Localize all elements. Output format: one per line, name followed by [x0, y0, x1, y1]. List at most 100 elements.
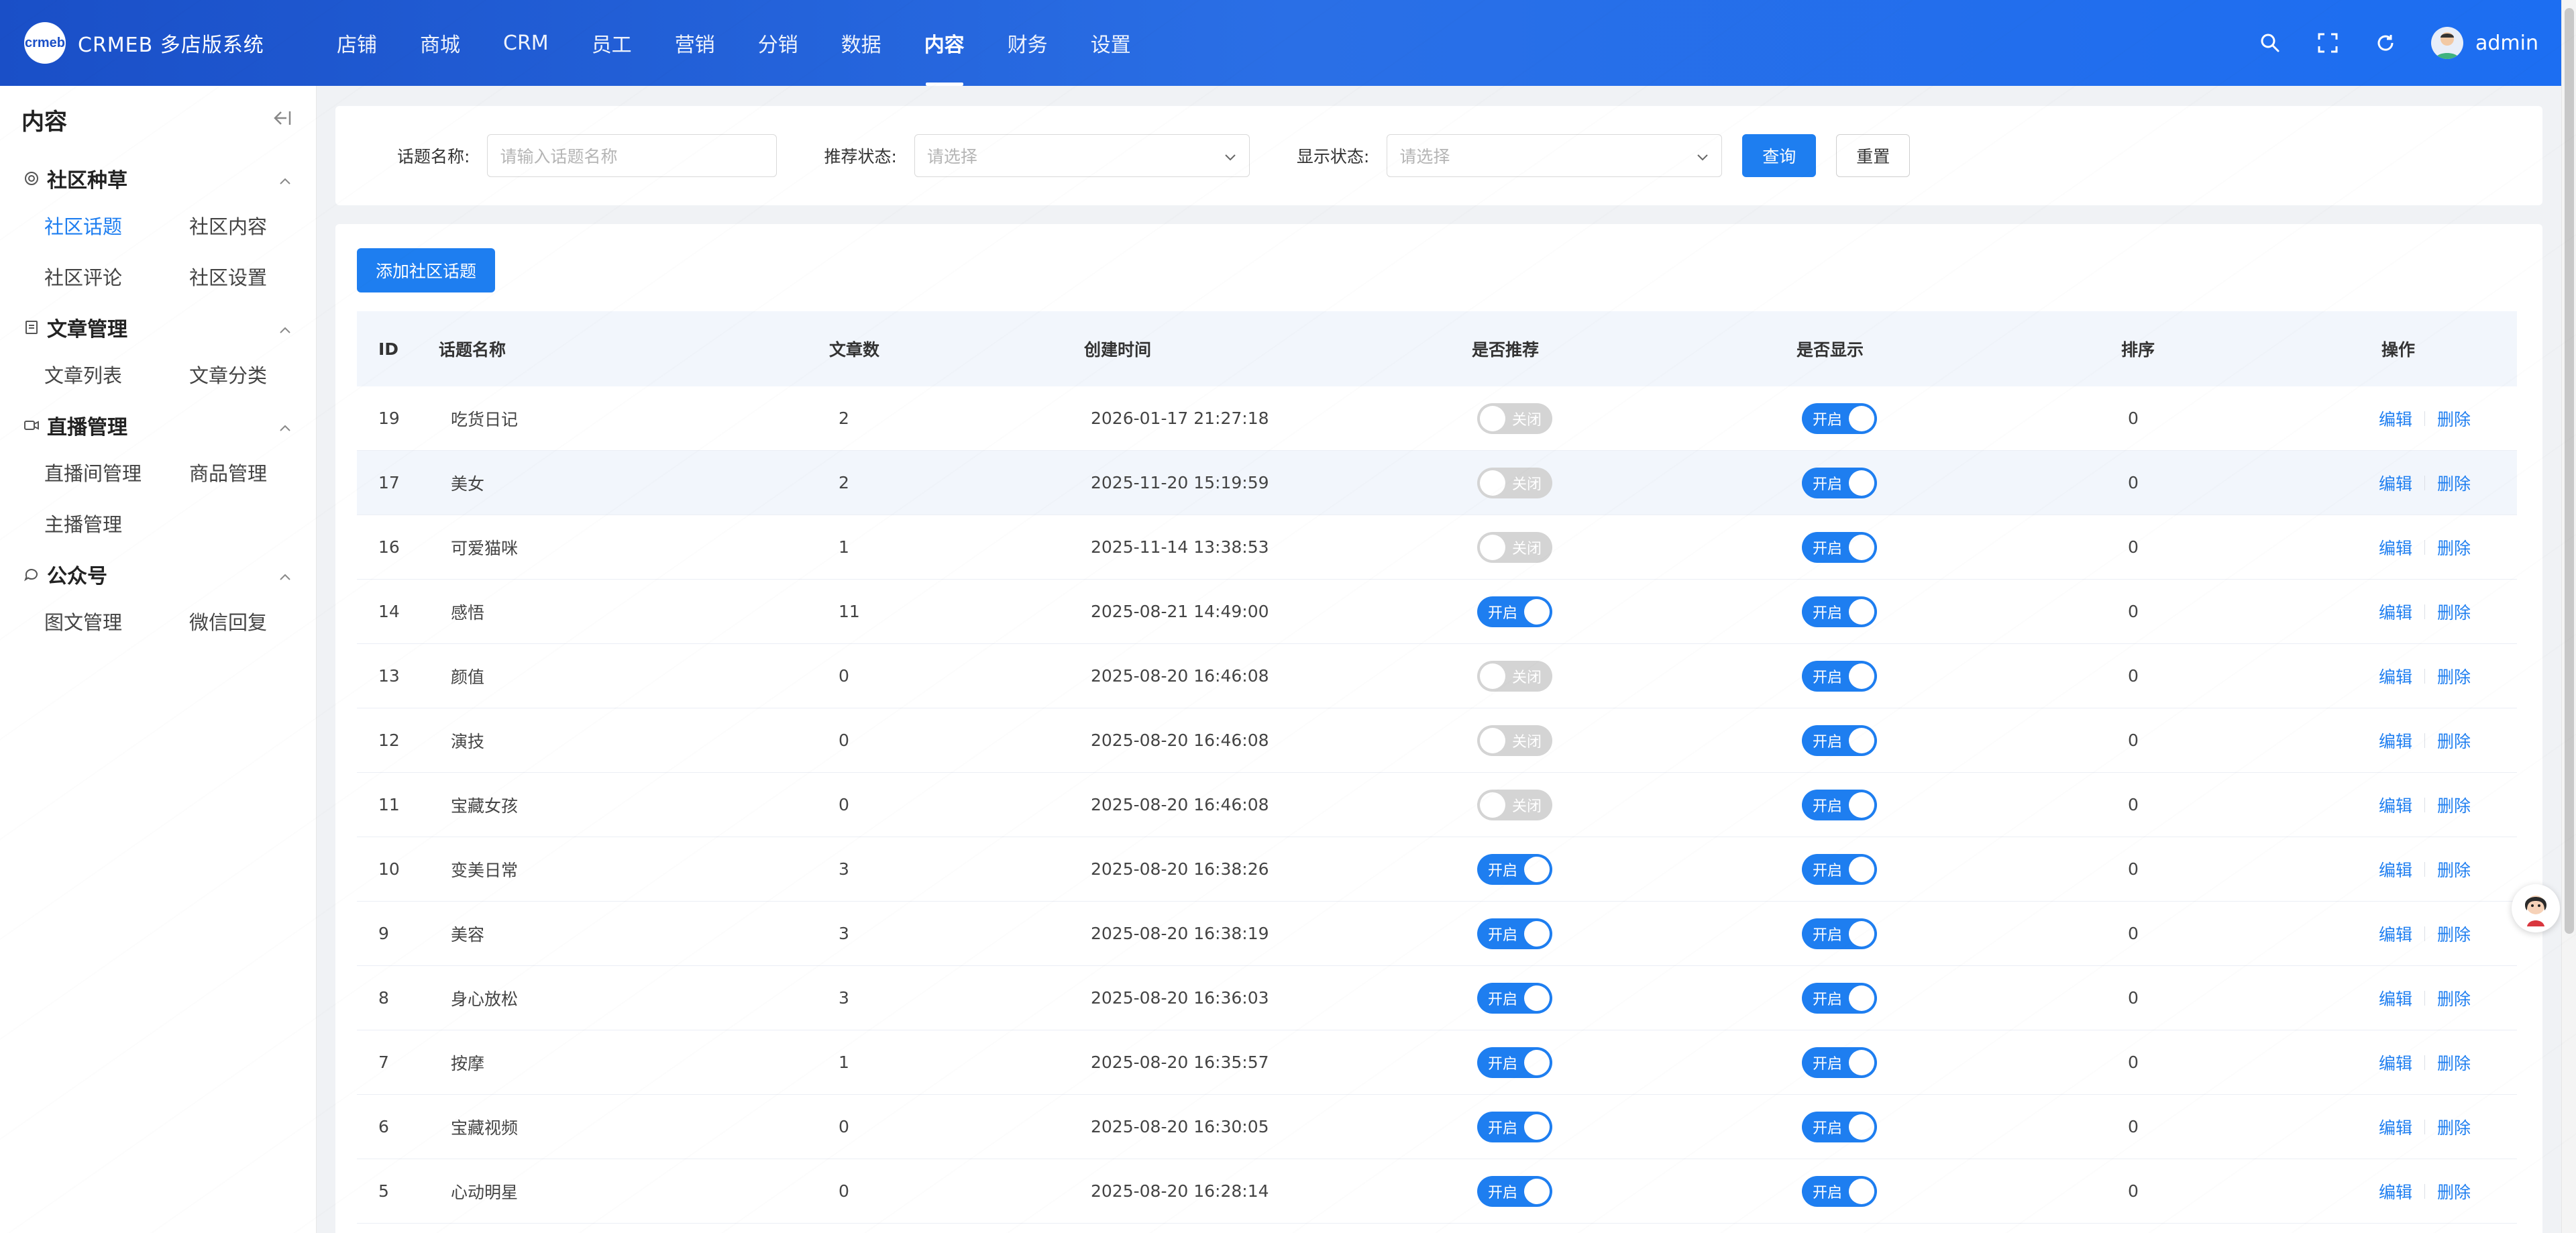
- recommend-toggle[interactable]: 开启: [1477, 1175, 1552, 1207]
- recommend-toggle[interactable]: 开启: [1477, 982, 1552, 1014]
- sidebar-item[interactable]: 社区设置: [189, 251, 334, 302]
- switch-label: 开启: [1813, 798, 1843, 815]
- user-menu[interactable]: admin: [2431, 27, 2538, 59]
- top-nav-item[interactable]: 内容: [903, 0, 986, 86]
- delete-link[interactable]: 删除: [2437, 535, 2471, 559]
- edit-link[interactable]: 编辑: [2379, 729, 2412, 753]
- sidebar-section-header[interactable]: 社区种草: [0, 157, 316, 200]
- switch-label: 关闭: [1512, 669, 1542, 686]
- show-toggle[interactable]: 开启: [1802, 1175, 1877, 1207]
- logo[interactable]: crmeb CRMEB 多店版系统: [0, 22, 315, 64]
- recommend-toggle[interactable]: 关闭: [1477, 467, 1552, 498]
- edit-link[interactable]: 编辑: [2379, 1051, 2412, 1075]
- delete-link[interactable]: 删除: [2437, 729, 2471, 753]
- fullscreen-icon[interactable]: [2316, 31, 2340, 55]
- show-toggle[interactable]: 开启: [1802, 660, 1877, 692]
- edit-link[interactable]: 编辑: [2379, 1115, 2412, 1139]
- top-nav-item[interactable]: CRM: [482, 0, 570, 86]
- recommend-status-select[interactable]: 请选择: [914, 134, 1250, 177]
- edit-link[interactable]: 编辑: [2379, 407, 2412, 431]
- edit-link[interactable]: 编辑: [2379, 986, 2412, 1010]
- delete-link[interactable]: 删除: [2437, 407, 2471, 431]
- delete-link[interactable]: 删除: [2437, 600, 2471, 624]
- chevron-down-icon: [1696, 146, 1709, 166]
- recommend-toggle[interactable]: 关闭: [1477, 531, 1552, 563]
- delete-link[interactable]: 删除: [2437, 1051, 2471, 1075]
- show-toggle[interactable]: 开启: [1802, 789, 1877, 820]
- show-toggle[interactable]: 开启: [1802, 403, 1877, 434]
- query-button[interactable]: 查询: [1742, 134, 1817, 177]
- top-nav-item[interactable]: 数据: [820, 0, 903, 86]
- divider: [2424, 990, 2426, 1006]
- sidebar-item[interactable]: 商品管理: [189, 447, 334, 498]
- edit-link[interactable]: 编辑: [2379, 471, 2412, 495]
- collapse-sidebar-icon[interactable]: [272, 109, 292, 129]
- show-toggle[interactable]: 开启: [1802, 982, 1877, 1014]
- edit-link[interactable]: 编辑: [2379, 535, 2412, 559]
- delete-link[interactable]: 删除: [2437, 664, 2471, 688]
- show-toggle[interactable]: 开启: [1802, 531, 1877, 563]
- show-toggle[interactable]: 开启: [1802, 467, 1877, 498]
- refresh-icon[interactable]: [2373, 31, 2398, 55]
- show-toggle[interactable]: 开启: [1802, 918, 1877, 949]
- delete-link[interactable]: 删除: [2437, 1115, 2471, 1139]
- sidebar-section-header[interactable]: 文章管理: [0, 306, 316, 349]
- recommend-toggle[interactable]: 开启: [1477, 918, 1552, 949]
- edit-link[interactable]: 编辑: [2379, 1179, 2412, 1203]
- show-toggle[interactable]: 开启: [1802, 853, 1877, 885]
- recommend-toggle[interactable]: 开启: [1477, 596, 1552, 627]
- top-nav-item[interactable]: 财务: [986, 0, 1069, 86]
- recommend-toggle[interactable]: 开启: [1477, 1047, 1552, 1078]
- edit-link[interactable]: 编辑: [2379, 857, 2412, 881]
- top-nav-item[interactable]: 设置: [1069, 0, 1152, 86]
- top-nav-item[interactable]: 员工: [570, 0, 653, 86]
- top-nav-item[interactable]: 营销: [653, 0, 737, 86]
- display-status-select[interactable]: 请选择: [1387, 134, 1723, 177]
- sidebar-item[interactable]: 微信回复: [189, 596, 334, 647]
- divider: [2424, 926, 2426, 941]
- show-toggle[interactable]: 开启: [1802, 596, 1877, 627]
- delete-link[interactable]: 删除: [2437, 471, 2471, 495]
- sidebar-item[interactable]: 社区内容: [189, 200, 334, 251]
- recommend-toggle[interactable]: 开启: [1477, 853, 1552, 885]
- recommend-toggle[interactable]: 关闭: [1477, 660, 1552, 692]
- sidebar-item[interactable]: 主播管理: [44, 498, 189, 549]
- edit-link[interactable]: 编辑: [2379, 793, 2412, 817]
- edit-link[interactable]: 编辑: [2379, 600, 2412, 624]
- recommend-toggle[interactable]: 关闭: [1477, 403, 1552, 434]
- delete-link[interactable]: 删除: [2437, 922, 2471, 946]
- recommend-toggle[interactable]: 关闭: [1477, 725, 1552, 756]
- sidebar-item[interactable]: 直播间管理: [44, 447, 189, 498]
- search-icon[interactable]: [2258, 31, 2282, 55]
- cell-sort: 0: [2128, 859, 2139, 879]
- delete-link[interactable]: 删除: [2437, 857, 2471, 881]
- delete-link[interactable]: 删除: [2437, 793, 2471, 817]
- add-topic-button[interactable]: 添加社区话题: [357, 248, 495, 292]
- scrollbar-thumb[interactable]: [2565, 8, 2574, 934]
- recommend-toggle[interactable]: 开启: [1477, 1111, 1552, 1142]
- edit-link[interactable]: 编辑: [2379, 664, 2412, 688]
- sidebar-item[interactable]: 图文管理: [44, 596, 189, 647]
- sidebar-item[interactable]: 社区评论: [44, 251, 189, 302]
- topic-name-input[interactable]: 请输入话题名称: [487, 134, 777, 177]
- sidebar-item[interactable]: 社区话题: [44, 200, 189, 251]
- delete-link[interactable]: 删除: [2437, 1179, 2471, 1203]
- reset-button[interactable]: 重置: [1836, 134, 1911, 177]
- top-nav-item[interactable]: 分销: [737, 0, 820, 86]
- recommend-toggle[interactable]: 关闭: [1477, 789, 1552, 820]
- sidebar-item[interactable]: 文章列表: [44, 349, 189, 400]
- page-scrollbar[interactable]: [2561, 0, 2576, 1233]
- edit-link[interactable]: 编辑: [2379, 922, 2412, 946]
- sidebar-item[interactable]: 文章分类: [189, 349, 334, 400]
- delete-link[interactable]: 删除: [2437, 986, 2471, 1010]
- sidebar-section-header[interactable]: 公众号: [0, 553, 316, 596]
- show-toggle[interactable]: 开启: [1802, 1111, 1877, 1142]
- switch-label: 开启: [1813, 540, 1843, 557]
- show-toggle[interactable]: 开启: [1802, 725, 1877, 756]
- show-toggle[interactable]: 开启: [1802, 1047, 1877, 1078]
- assistant-avatar[interactable]: [2512, 884, 2560, 932]
- sidebar-section-header[interactable]: 直播管理: [0, 404, 316, 447]
- top-nav-item[interactable]: 店铺: [315, 0, 398, 86]
- cell-article-count: 0: [839, 795, 849, 814]
- top-nav-item[interactable]: 商城: [398, 0, 482, 86]
